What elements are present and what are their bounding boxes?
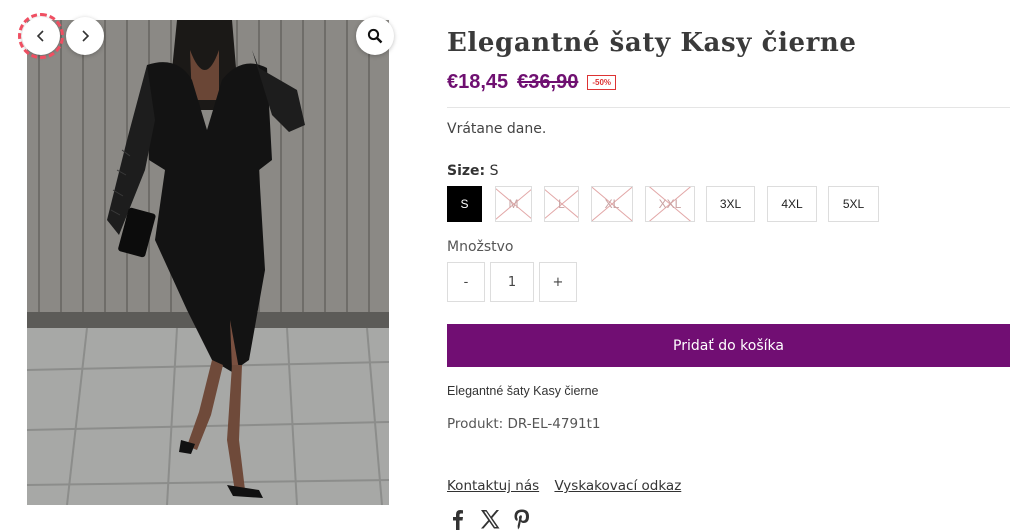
discount-badge: -50% (587, 75, 617, 90)
price-row: €18,45 €36,90 -50% (447, 71, 617, 94)
selected-size-value: S (489, 163, 499, 179)
chevron-right-icon (82, 30, 90, 42)
product-sku: Produkt: DR-EL-4791t1 (447, 416, 601, 432)
size-option-s[interactable]: S (447, 186, 482, 222)
size-option-xxl[interactable]: XXL (645, 186, 695, 222)
product-image[interactable] (27, 20, 389, 505)
pinterest-icon[interactable] (511, 508, 533, 530)
popup-link[interactable]: Vyskakovací odkaz (554, 478, 681, 494)
product-photo (27, 20, 389, 505)
product-description: Elegantné šaty Kasy čierne (447, 384, 599, 398)
zoom-button[interactable] (356, 17, 394, 55)
tax-note: Vrátane dane. (447, 121, 547, 137)
quantity-input[interactable]: 1 (490, 262, 534, 302)
x-icon[interactable] (479, 508, 501, 530)
quantity-decrease-button[interactable]: - (447, 262, 485, 302)
size-option-l[interactable]: L (544, 186, 579, 222)
gallery-next-button[interactable] (66, 17, 104, 55)
facebook-icon[interactable] (447, 508, 469, 530)
quantity-increase-button[interactable]: + (539, 262, 577, 302)
magnifier-icon (367, 28, 383, 44)
original-price: €36,90 (517, 71, 579, 93)
gallery-prev-button[interactable] (18, 13, 64, 59)
size-option-5xl[interactable]: 5XL (828, 186, 879, 222)
size-option-4xl[interactable]: 4XL (767, 186, 817, 222)
sale-price: €18,45 (447, 71, 509, 93)
social-share (447, 508, 533, 530)
quantity-label: Množstvo (447, 239, 514, 255)
contact-link[interactable]: Kontaktuj nás (447, 478, 539, 494)
product-title: Elegantné šaty Kasy čierne (447, 28, 857, 58)
size-label: Size: S (447, 163, 498, 179)
size-option-3xl[interactable]: 3XL (706, 186, 755, 222)
divider (447, 107, 1010, 108)
size-option-m[interactable]: M (495, 186, 532, 222)
add-to-cart-button[interactable]: Pridať do košíka (447, 324, 1010, 367)
info-links: Kontaktuj nás Vyskakovací odkaz (447, 478, 692, 494)
size-label-title: Size: (447, 163, 486, 179)
size-option-xl[interactable]: XL (591, 186, 633, 222)
chevron-left-icon (36, 30, 44, 42)
